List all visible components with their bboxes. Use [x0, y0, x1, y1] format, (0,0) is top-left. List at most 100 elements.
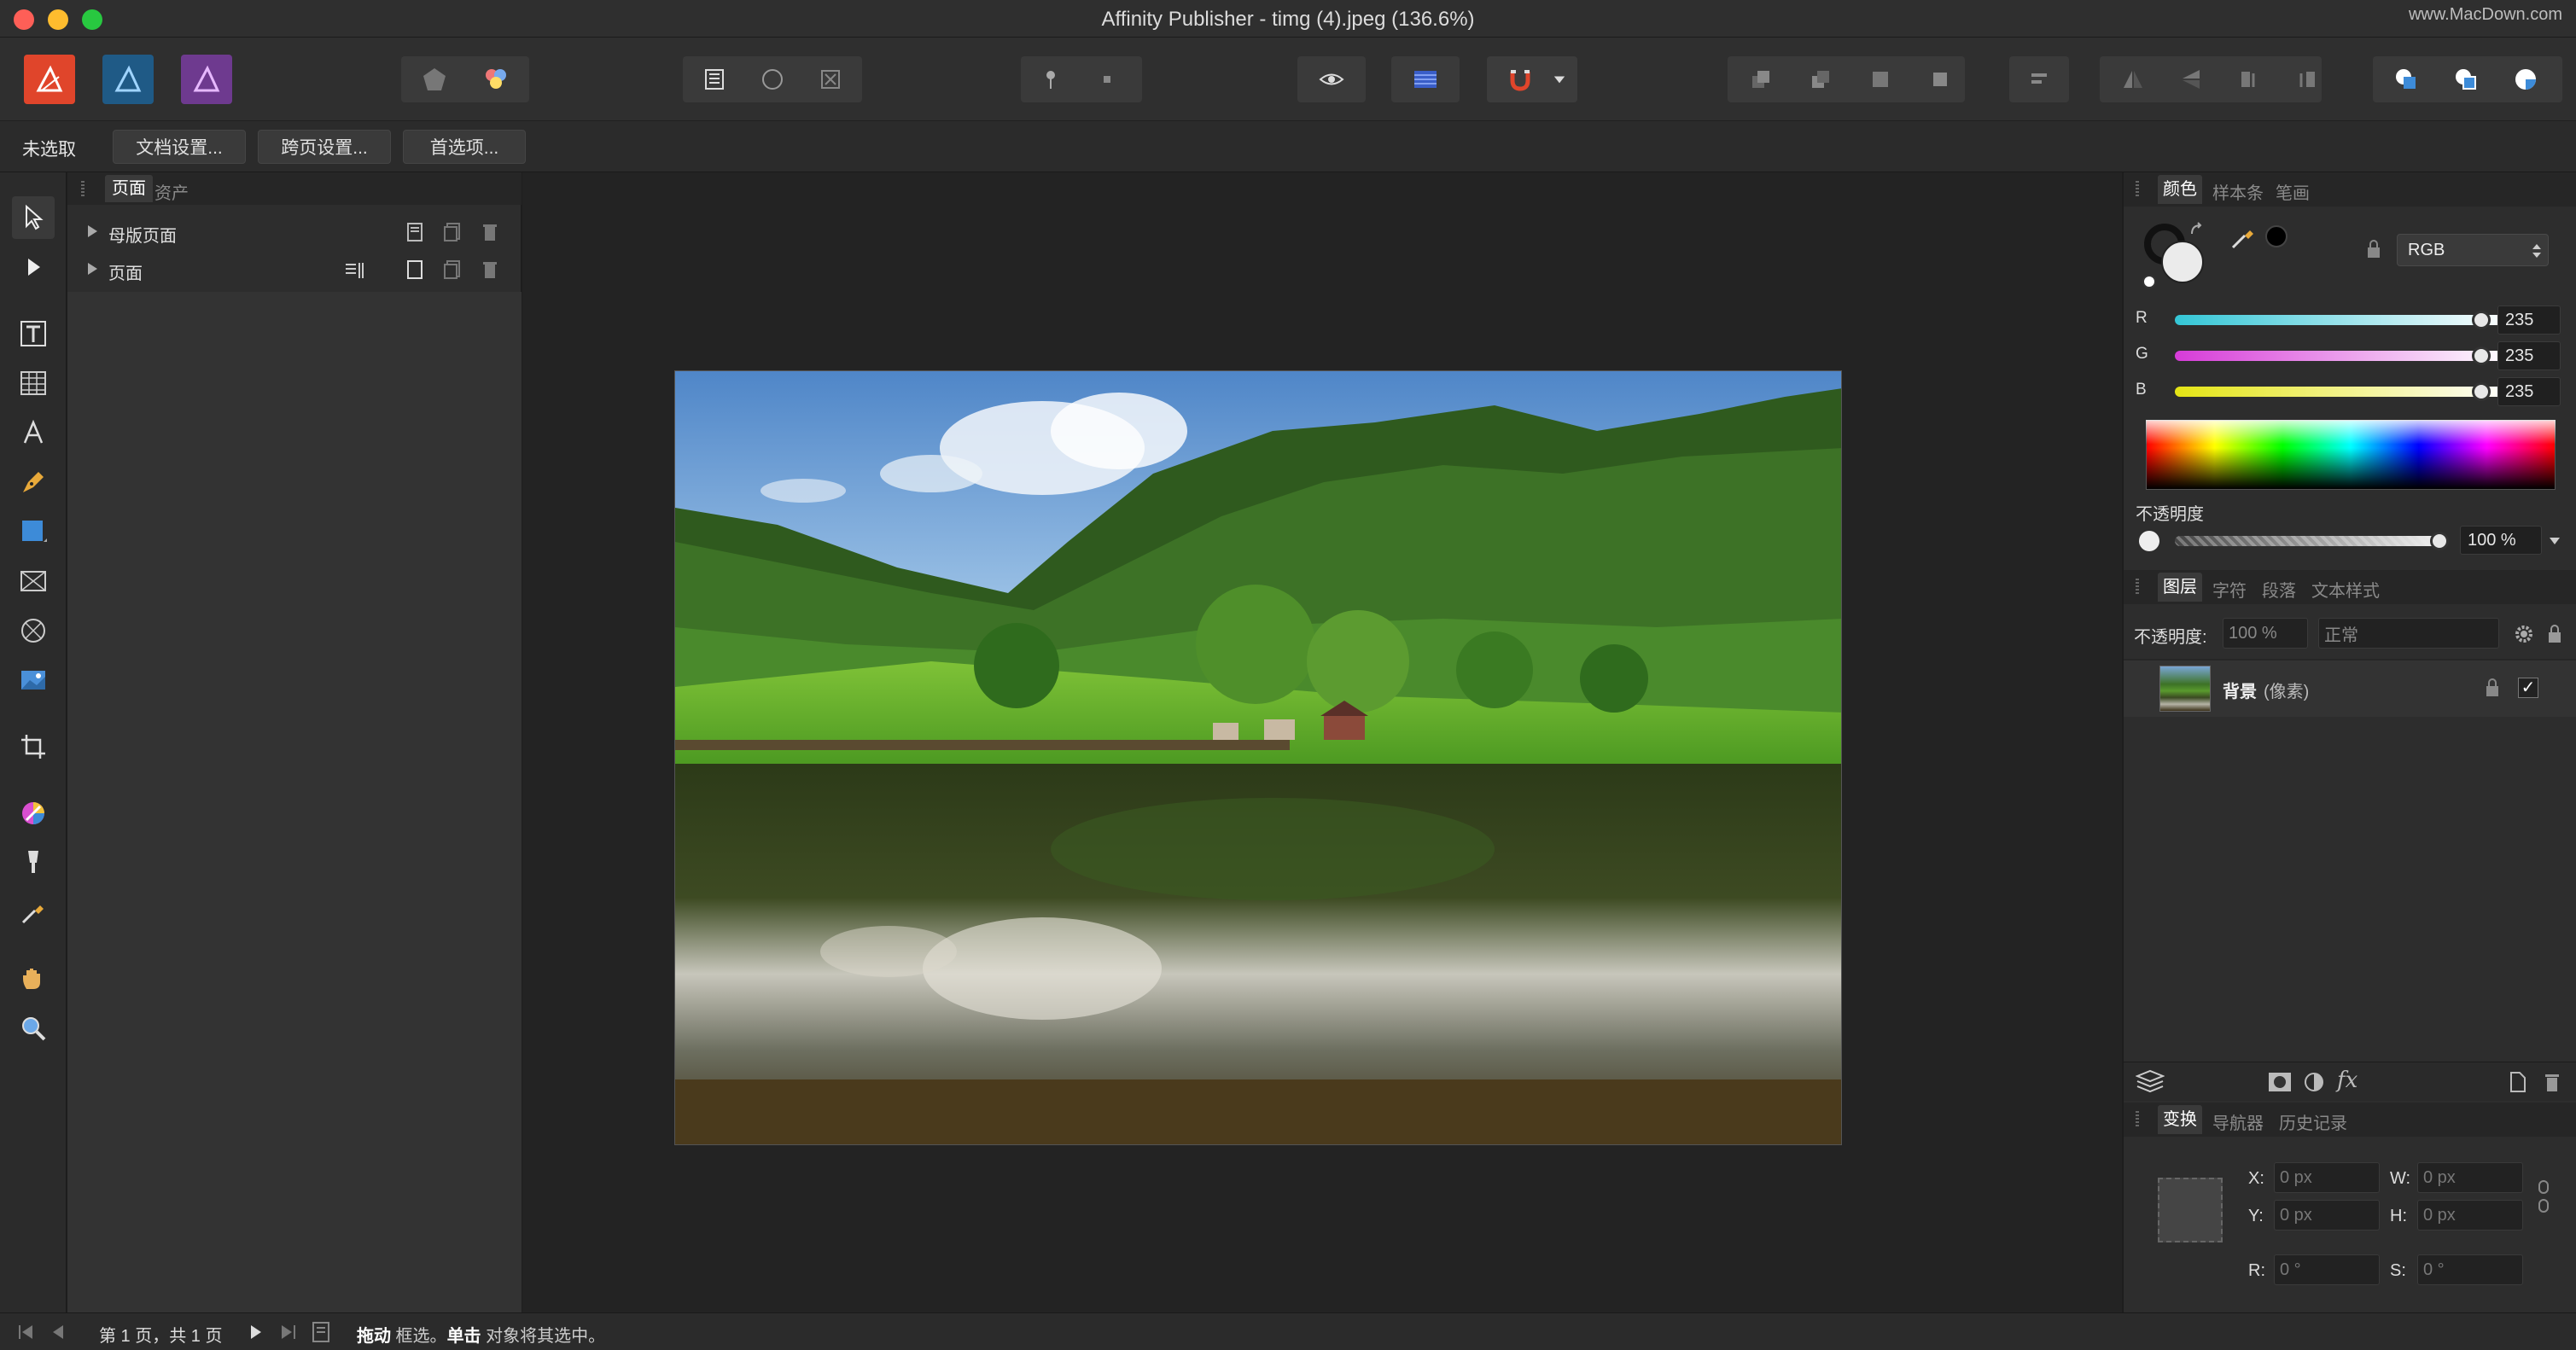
x-field[interactable]: 0 px [2274, 1162, 2380, 1193]
link-aspect-icon[interactable] [2537, 1179, 2550, 1213]
move-forward-icon[interactable] [1852, 56, 1909, 102]
layer-opacity-field[interactable]: 100 % [2223, 618, 2308, 649]
fill-well[interactable] [2161, 241, 2204, 283]
text-frame-tool-icon[interactable] [12, 312, 55, 355]
green-slider-knob[interactable] [2471, 346, 2491, 365]
blue-value-field[interactable]: 235 [2497, 377, 2561, 406]
adjustment-layer-icon[interactable] [2303, 1071, 2325, 1093]
tab-swatches[interactable]: 样本条 [2212, 179, 2264, 204]
ellipse-frame-tool-icon[interactable] [12, 609, 55, 652]
move-tool-icon[interactable] [12, 196, 55, 239]
add-geometry-icon[interactable] [2378, 56, 2434, 102]
tab-stroke[interactable]: 笔画 [2276, 179, 2310, 204]
pen-tool-icon[interactable] [12, 461, 55, 503]
picked-color-swatch[interactable] [2265, 225, 2288, 247]
blend-mode-select[interactable]: 正常 [2318, 618, 2499, 649]
publisher-persona-icon[interactable] [24, 55, 75, 104]
small-square-icon[interactable] [1079, 56, 1135, 102]
tab-paragraph[interactable]: 段落 [2262, 577, 2296, 602]
subtract-geometry-icon[interactable] [2438, 56, 2494, 102]
rotation-field[interactable]: 0 ° [2274, 1254, 2380, 1285]
duplicate-page-icon[interactable] [443, 259, 462, 280]
photo-persona-icon[interactable] [181, 55, 232, 104]
ellipse-frame-icon[interactable] [744, 56, 801, 102]
color-picker-wheel-icon[interactable] [12, 792, 55, 835]
document-settings-button[interactable]: 文档设置... [113, 130, 246, 164]
flip-vertical-icon[interactable] [2163, 56, 2219, 102]
move-to-back-icon[interactable] [1733, 56, 1789, 102]
drag-handle-icon[interactable] [81, 181, 85, 196]
tab-transform[interactable]: 变换 [2158, 1105, 2202, 1134]
node-tool-icon[interactable] [12, 246, 55, 288]
effects-fx-icon[interactable]: fx [2337, 1068, 2357, 1093]
h-field[interactable]: 0 px [2417, 1200, 2523, 1231]
red-value-field[interactable]: 235 [2497, 305, 2561, 335]
tab-assets[interactable]: 资产 [154, 179, 189, 204]
w-field[interactable]: 0 px [2417, 1162, 2523, 1193]
expand-arrow-icon[interactable] [85, 224, 100, 239]
intersect-geometry-icon[interactable] [2497, 56, 2554, 102]
move-back-icon[interactable] [1792, 56, 1849, 102]
eyedropper-icon[interactable] [2229, 224, 2257, 251]
tab-color[interactable]: 颜色 [2158, 175, 2202, 204]
snapping-dropdown-icon[interactable] [1547, 56, 1572, 102]
duplicate-master-icon[interactable] [443, 222, 462, 242]
lock-icon[interactable] [2364, 239, 2383, 259]
text-frame-icon[interactable] [686, 56, 743, 102]
snapping-magnet-icon[interactable] [1492, 56, 1548, 102]
green-slider-track[interactable] [2175, 351, 2508, 361]
expand-arrow-icon[interactable] [85, 261, 100, 276]
drag-handle-icon[interactable] [2136, 1111, 2139, 1126]
red-slider-track[interactable] [2175, 315, 2508, 325]
blue-slider-track[interactable] [2175, 387, 2508, 397]
new-master-icon[interactable] [405, 222, 424, 242]
crop-tool-icon[interactable] [12, 725, 55, 768]
zoom-tool-icon[interactable] [12, 1007, 55, 1050]
tab-character[interactable]: 字符 [2212, 577, 2247, 602]
opacity-value-field[interactable]: 100 % [2460, 526, 2542, 555]
swap-colors-icon[interactable] [2188, 222, 2206, 239]
tab-history[interactable]: 历史记录 [2279, 1109, 2347, 1134]
designer-persona-icon[interactable] [102, 55, 154, 104]
drag-handle-icon[interactable] [2136, 579, 2139, 594]
preferences-button[interactable]: 首选项... [403, 130, 526, 164]
mask-layer-icon[interactable] [2267, 1071, 2293, 1093]
tab-text-styles[interactable]: 文本样式 [2311, 577, 2380, 602]
pin-icon[interactable] [1023, 56, 1079, 102]
tab-layers[interactable]: 图层 [2158, 573, 2202, 602]
rectangle-tool-icon[interactable] [12, 510, 55, 553]
red-slider-knob[interactable] [2471, 311, 2491, 329]
next-page-icon[interactable] [248, 1324, 265, 1341]
fill-stroke-wells[interactable] [2142, 222, 2207, 288]
y-field[interactable]: 0 px [2274, 1200, 2380, 1231]
rotate-left-icon[interactable] [2221, 56, 2277, 102]
green-value-field[interactable]: 235 [2497, 341, 2561, 370]
picture-frame-tool-icon[interactable] [12, 560, 55, 602]
tab-pages[interactable]: 页面 [105, 175, 153, 202]
master-pages-row[interactable]: 母版页面 [67, 213, 522, 251]
pages-row[interactable]: 页面 [67, 251, 522, 288]
opacity-slider-track[interactable] [2175, 536, 2439, 546]
last-page-icon[interactable] [278, 1324, 297, 1341]
add-layer-icon[interactable] [2508, 1071, 2528, 1093]
spread-settings-button[interactable]: 跨页设置... [258, 130, 391, 164]
new-page-icon[interactable] [405, 259, 424, 280]
delete-page-icon[interactable] [481, 259, 499, 280]
layer-visibility-checkbox[interactable]: ✓ [2518, 678, 2538, 698]
tab-navigator[interactable]: 导航器 [2212, 1109, 2264, 1134]
first-page-icon[interactable] [17, 1324, 36, 1341]
page-mode-icon[interactable] [311, 1320, 331, 1344]
blue-slider-knob[interactable] [2471, 382, 2491, 401]
align-icon[interactable] [2011, 56, 2067, 102]
layer-row[interactable]: 背景 (像素) ✓ [2124, 660, 2576, 717]
previous-page-icon[interactable] [50, 1324, 67, 1341]
transparency-tool-icon[interactable] [12, 841, 55, 884]
delete-layer-icon[interactable] [2542, 1071, 2562, 1093]
color-mode-select[interactable]: RGB [2397, 234, 2549, 266]
layers-stack-icon[interactable] [2136, 1069, 2165, 1095]
layer-locked-icon[interactable] [2484, 678, 2501, 698]
move-to-front-icon[interactable] [1912, 56, 1968, 102]
landscape-photo[interactable] [674, 370, 1842, 1145]
artistic-text-tool-icon[interactable] [12, 411, 55, 454]
page-options-icon[interactable] [344, 261, 370, 280]
